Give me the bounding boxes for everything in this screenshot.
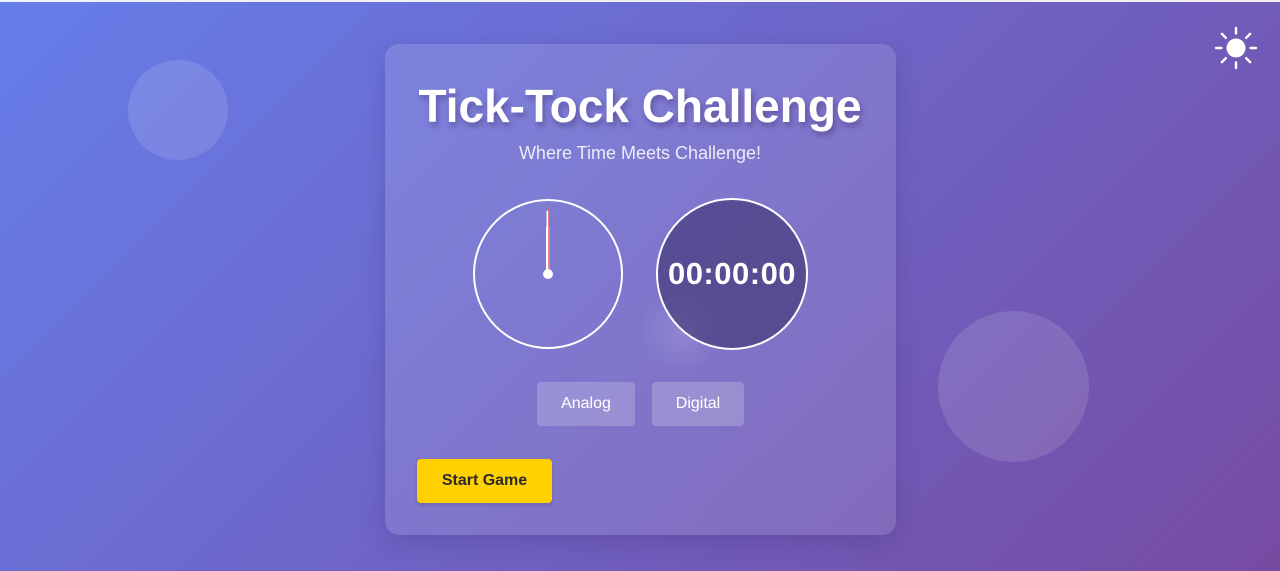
analog-mode-button[interactable]: Analog — [537, 382, 635, 426]
theme-toggle-button[interactable] — [1214, 26, 1258, 70]
start-game-button[interactable]: Start Game — [417, 459, 552, 503]
digital-mode-button[interactable]: Digital — [652, 382, 744, 426]
clock-center-dot — [543, 269, 553, 279]
sun-icon — [1214, 26, 1258, 70]
page-subtitle: Where Time Meets Challenge! — [518, 143, 762, 163]
digital-clock-face: 00:00:00 — [656, 198, 808, 350]
digital-clock: 00:00:00 — [656, 198, 808, 350]
analog-clock-icon — [473, 199, 623, 349]
digital-clock-time: 00:00:00 — [667, 256, 797, 291]
decorative-bubble — [938, 311, 1089, 462]
top-border-line — [0, 0, 1280, 2]
page-title: Tick-Tock Challenge — [418, 80, 862, 132]
analog-clock — [472, 198, 624, 350]
